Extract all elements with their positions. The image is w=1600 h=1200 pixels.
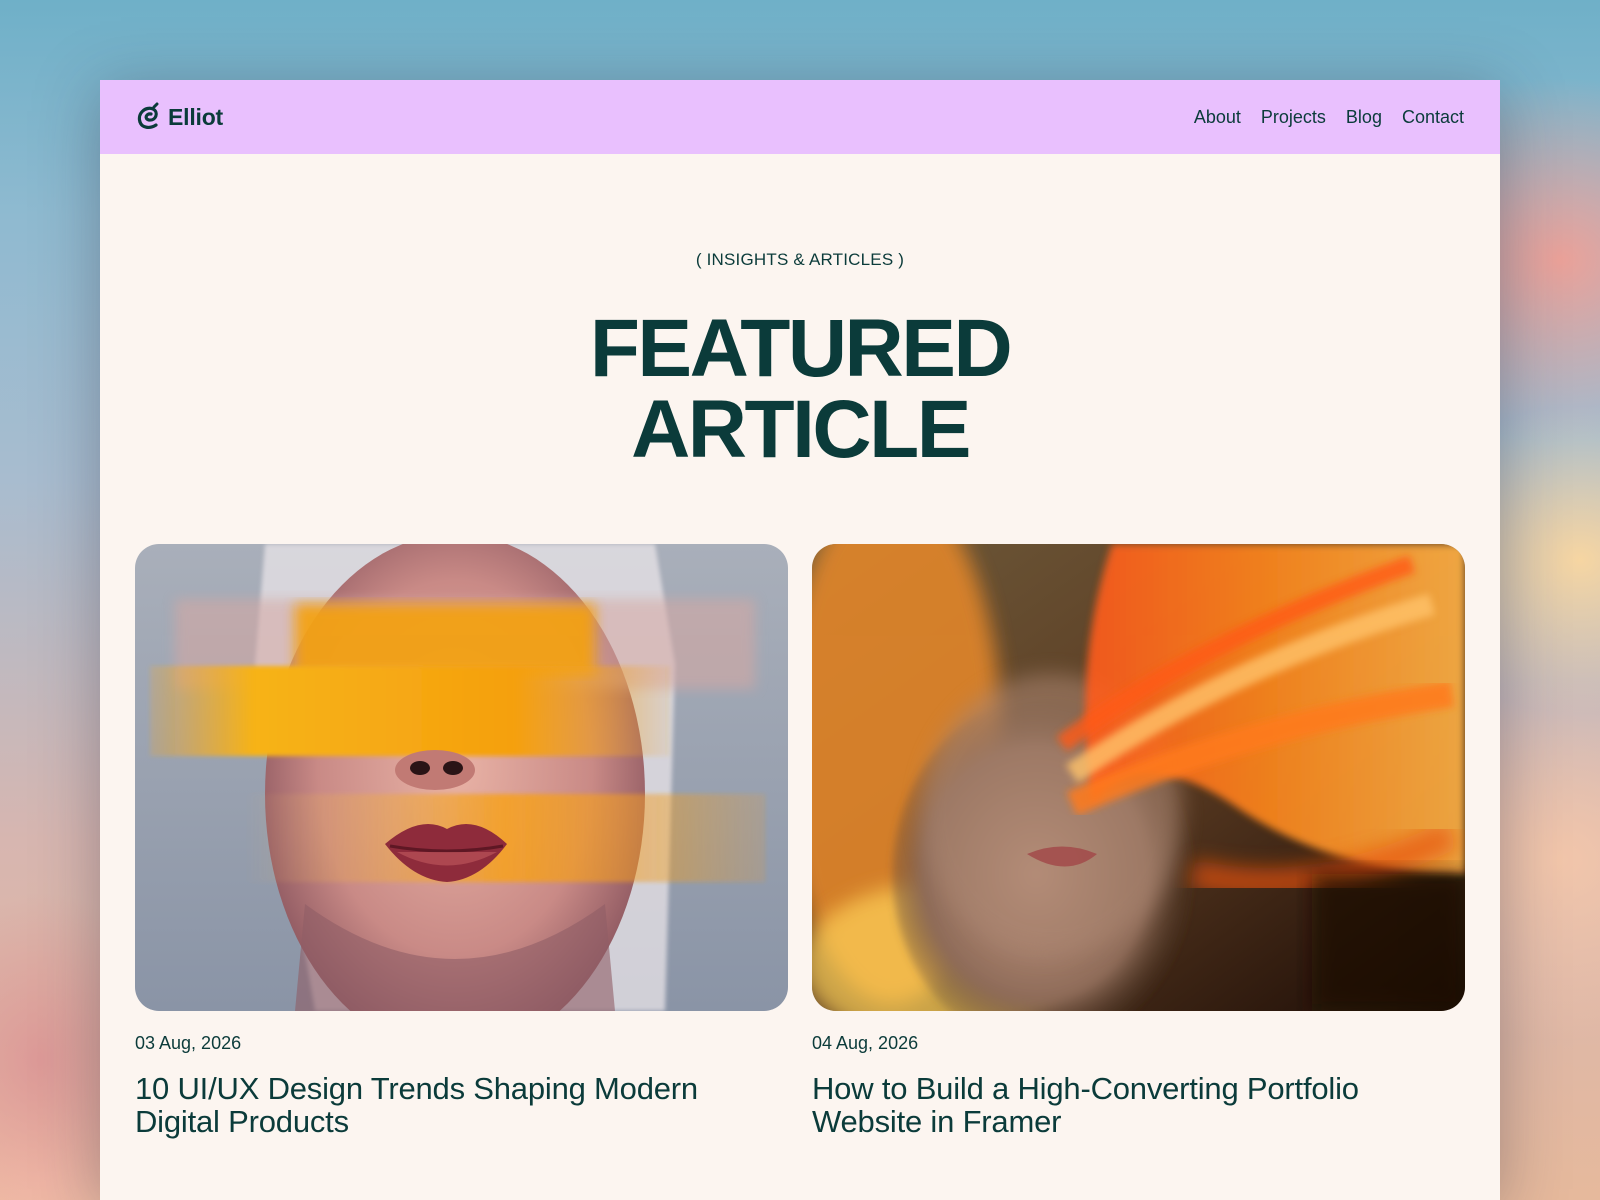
page-title: FEATURED ARTICLE (100, 303, 1500, 475)
browser-window: Elliot About Projects Blog Contact ( INS… (100, 80, 1500, 1200)
article-title-link[interactable]: 10 UI/UX Design Trends Shaping Modern Di… (135, 1072, 788, 1138)
portrait-yellow-glitch-image (135, 544, 788, 1011)
article-image-1[interactable] (135, 544, 788, 1011)
main-nav: About Projects Blog Contact (1194, 107, 1464, 128)
top-navbar: Elliot About Projects Blog Contact (100, 80, 1500, 154)
portrait-orange-streaks-image (812, 544, 1465, 1011)
logo-text: Elliot (168, 103, 224, 130)
article-image-2[interactable] (812, 544, 1465, 1011)
nav-projects[interactable]: Projects (1261, 107, 1326, 128)
article-card-2[interactable]: 04 Aug, 2026 How to Build a High-Convert… (812, 544, 1465, 1138)
nav-blog[interactable]: Blog (1346, 107, 1382, 128)
site-logo[interactable]: Elliot (134, 102, 223, 132)
nav-about[interactable]: About (1194, 107, 1241, 128)
section-kicker: ( INSIGHTS & ARTICLES ) (695, 250, 905, 269)
page-title-line-1: FEATURED (589, 303, 1013, 394)
article-title-link[interactable]: How to Build a High-Converting Portfolio… (812, 1072, 1465, 1138)
article-card-1[interactable]: 03 Aug, 2026 10 UI/UX Design Trends Shap… (135, 544, 788, 1138)
article-date: 03 Aug, 2026 (135, 1033, 242, 1053)
article-date: 04 Aug, 2026 (812, 1033, 919, 1053)
logo-swirl-icon (137, 102, 159, 129)
nav-contact[interactable]: Contact (1402, 107, 1464, 128)
page-title-line-2: ARTICLE (631, 384, 971, 475)
